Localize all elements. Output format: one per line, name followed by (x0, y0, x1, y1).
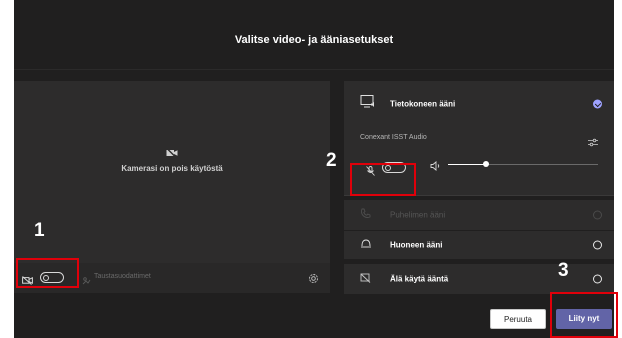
audio-option-label: Tietokoneen ääni (390, 99, 456, 108)
audio-settings-icon[interactable] (588, 134, 598, 152)
audio-option-radio[interactable] (593, 274, 602, 284)
audio-option-radio[interactable] (593, 99, 602, 108)
annotation-number: 3 (558, 260, 569, 281)
annotation-box-camera-toggle (16, 258, 79, 288)
background-filters-icon (82, 272, 91, 290)
audio-option-label: Huoneen ääni (390, 240, 443, 250)
audio-option-none[interactable]: Älä käytä ääntä (344, 264, 614, 294)
no-audio-icon (360, 270, 371, 288)
annotation-box-mic-toggle (350, 163, 416, 196)
audio-option-room[interactable]: Huoneen ääni (344, 231, 614, 259)
annotation-box-join-button (550, 292, 618, 338)
camera-off-icon (166, 148, 178, 158)
background-filters-button[interactable]: Taustasuodattimet (94, 273, 151, 280)
slider-thumb[interactable] (482, 161, 489, 167)
room-audio-icon (360, 236, 372, 254)
camera-off-message: Kamerasi on pois käytöstä (14, 148, 330, 173)
annotation-number: 1 (34, 220, 45, 241)
computer-audio-icon (360, 94, 376, 113)
speaker-volume-slider[interactable] (448, 161, 598, 167)
slider-fill (448, 164, 486, 165)
phone-icon (360, 206, 371, 224)
audio-option-label: Puhelimen ääni (390, 210, 446, 220)
dialog-title: Valitse video- ja ääniasetukset (234, 34, 394, 46)
audio-option-computer[interactable]: Tietokoneen ääni (344, 81, 614, 126)
audio-option-phone: Puhelimen ääni (344, 200, 614, 230)
audio-device-name: Conexant ISST Audio (360, 134, 427, 141)
header-divider (14, 69, 614, 70)
audio-option-radio (593, 210, 602, 220)
speaker-icon (430, 158, 441, 176)
camera-off-text: Kamerasi on pois käytöstä (121, 164, 223, 173)
annotation-number: 2 (326, 150, 337, 171)
cancel-button[interactable]: Peruuta (490, 309, 546, 329)
device-settings-icon[interactable] (308, 271, 319, 289)
video-preview: Kamerasi on pois käytöstä (14, 81, 330, 263)
audio-option-label: Älä käytä ääntä (390, 274, 449, 284)
audio-option-radio[interactable] (593, 240, 602, 250)
audio-device-row: Conexant ISST Audio (344, 134, 614, 147)
